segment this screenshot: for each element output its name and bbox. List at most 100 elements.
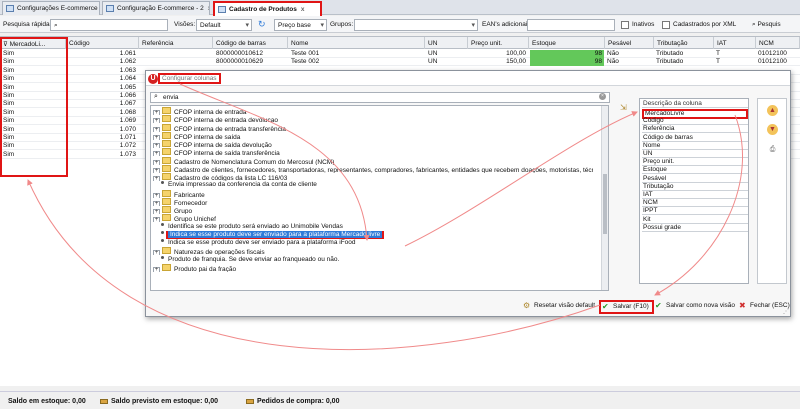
column-item[interactable]: IAT bbox=[642, 191, 748, 199]
expand-icon[interactable]: + bbox=[153, 167, 160, 173]
column-item[interactable]: Estoque bbox=[642, 166, 748, 175]
tree-item[interactable]: + Cadastro de Nomenclatura Comum do Merco… bbox=[153, 156, 593, 165]
forecast-balance: Saldo previsto em estoque: 0,00 bbox=[100, 398, 218, 405]
tree-item[interactable]: Identifica se este produto será enviado … bbox=[153, 222, 593, 231]
header-reference[interactable]: Referência bbox=[139, 37, 213, 49]
tree-item[interactable]: + Grupo bbox=[153, 206, 593, 214]
expand-icon[interactable]: + bbox=[153, 143, 160, 148]
move-up-icon[interactable]: ▲ bbox=[767, 105, 778, 116]
groups-select[interactable] bbox=[354, 19, 478, 31]
header-taxation[interactable]: Tributação bbox=[654, 37, 714, 49]
close-icon[interactable]: x bbox=[301, 6, 305, 13]
tree-item[interactable]: Envia impressao da conferencia da conta … bbox=[153, 181, 593, 189]
xml-checkbox[interactable] bbox=[662, 21, 670, 29]
cell-ml: Sim bbox=[3, 92, 15, 99]
expand-icon[interactable]: + bbox=[153, 151, 160, 157]
save-as-new-view-button[interactable]: ✔ Salvar como nova visão bbox=[654, 301, 735, 313]
reset-view-button[interactable]: ⚙ Resetar visão default bbox=[522, 301, 595, 313]
expand-icon[interactable]: + bbox=[153, 266, 160, 272]
cell-iat: T bbox=[716, 50, 720, 57]
tab-ecommerce-config[interactable]: Configurações E-commercex bbox=[2, 1, 100, 15]
column-item[interactable]: Possui grade bbox=[642, 224, 748, 232]
column-item[interactable]: Tributação bbox=[642, 183, 748, 191]
tree-item[interactable]: + CFOP interna de entrada transferência bbox=[153, 123, 593, 132]
tree-scrollbar[interactable] bbox=[601, 106, 608, 290]
tab-ecommerce-config-2[interactable]: Configuração E-commerce - 2 x bbox=[102, 1, 210, 15]
column-item[interactable]: Código de barras bbox=[642, 134, 748, 142]
expand-icon[interactable]: + bbox=[153, 110, 160, 115]
tree-item[interactable]: Produto de franquia. Se deve enviar ao f… bbox=[153, 255, 593, 264]
expand-icon[interactable]: + bbox=[153, 209, 160, 214]
resize-grip-icon[interactable]: ⋰ bbox=[783, 308, 789, 315]
expand-icon[interactable]: + bbox=[153, 200, 160, 206]
expand-icon[interactable]: + bbox=[153, 134, 160, 140]
expand-icon[interactable]: + bbox=[153, 126, 160, 132]
header-un[interactable]: UN bbox=[425, 37, 468, 49]
expand-icon[interactable]: + bbox=[153, 118, 160, 124]
tree-item[interactable]: + CFOP interna de saída bbox=[153, 131, 593, 140]
cell-barcode: 8000000010629 bbox=[216, 58, 263, 66]
cell-ml: Sim bbox=[3, 100, 15, 108]
quick-search-input[interactable]: ⌕ bbox=[50, 19, 168, 31]
expand-icon[interactable]: + bbox=[153, 176, 160, 181]
header-name[interactable]: Nome bbox=[288, 37, 425, 49]
header-price[interactable]: Preço unit. bbox=[468, 37, 529, 49]
print-icon[interactable]: ⎙ bbox=[767, 144, 778, 155]
header-ncm[interactable]: NCM bbox=[756, 37, 800, 49]
refresh-icon[interactable]: ↻ bbox=[258, 19, 266, 30]
check-icon: ✔ bbox=[655, 301, 662, 310]
header-weighable[interactable]: Pesável bbox=[605, 37, 654, 49]
expand-icon[interactable]: + bbox=[153, 192, 160, 198]
save-button[interactable]: ✔ Salvar (F10) bbox=[599, 300, 654, 314]
close-icon[interactable]: x bbox=[208, 5, 209, 12]
header-stock[interactable]: Estoque bbox=[529, 37, 605, 49]
header-barcode[interactable]: Código de barras bbox=[213, 37, 288, 49]
column-item[interactable]: Preço unit. bbox=[642, 158, 748, 167]
tree-item[interactable]: + Grupo Unichef bbox=[153, 214, 593, 223]
tree-item[interactable]: + CFOP interna de saída devolução bbox=[153, 140, 593, 148]
tree-item[interactable]: + Cadastro de clientes, fornecedores, tra… bbox=[153, 164, 593, 173]
column-item[interactable]: Nome bbox=[642, 142, 748, 150]
header-mercadolivre[interactable]: ⊽ MercadoLi... bbox=[0, 37, 66, 49]
inactive-checkbox[interactable] bbox=[621, 21, 629, 29]
tree-item[interactable]: + CFOP interna de saída transferência bbox=[153, 148, 593, 157]
clear-search-icon[interactable]: × bbox=[599, 93, 606, 100]
column-search-input[interactable]: ⌕ envia × bbox=[150, 92, 610, 103]
expand-icon[interactable]: + bbox=[153, 217, 160, 223]
move-down-icon[interactable]: ▼ bbox=[767, 124, 778, 135]
table-row[interactable]: Sim 1.061 8000000010612 Teste 001 UN 100,00 98… bbox=[0, 50, 800, 58]
close-button[interactable]: ✖ Fechar (ESC) bbox=[738, 301, 790, 313]
column-item[interactable]: Kit bbox=[642, 216, 748, 224]
search-button[interactable]: ⌕ Pesquis bbox=[752, 21, 781, 29]
tree-item-label: Fornecedor bbox=[174, 199, 208, 206]
expand-icon[interactable]: + bbox=[153, 250, 160, 256]
bullet-icon bbox=[161, 222, 164, 226]
views-select[interactable]: Default bbox=[196, 19, 252, 31]
tree-item[interactable]: + Cadastro de códigos da lista LC 116/03 bbox=[153, 173, 593, 181]
header-iat[interactable]: IAT bbox=[714, 37, 756, 49]
tree-item-label: Indica se esse produto deve ser enviado … bbox=[168, 239, 356, 246]
cell-ml: Sim bbox=[3, 134, 15, 141]
eans-input[interactable] bbox=[527, 19, 615, 31]
tree-item[interactable]: + CFOP interna de entrada devolucao bbox=[153, 115, 593, 124]
expand-icon[interactable]: + bbox=[153, 159, 160, 165]
column-item[interactable]: Pesável bbox=[642, 175, 748, 183]
tree-item-selected[interactable]: Indica se esse produto deve ser enviado … bbox=[153, 230, 593, 239]
column-item[interactable]: NCM bbox=[642, 199, 748, 208]
column-item[interactable]: IPPT bbox=[642, 207, 748, 216]
tree-item[interactable]: + Naturezas de operações fiscais bbox=[153, 247, 593, 256]
column-item[interactable]: Código bbox=[642, 117, 748, 126]
tree-item[interactable]: + CFOP interna de entrada bbox=[153, 107, 593, 115]
scrollbar-thumb[interactable] bbox=[603, 174, 607, 234]
column-item[interactable]: Referência bbox=[642, 125, 748, 134]
header-code[interactable]: Código bbox=[66, 37, 139, 49]
tree-item[interactable]: + Produto pai da fração bbox=[153, 263, 593, 272]
column-item[interactable]: UN bbox=[642, 150, 748, 158]
tree-item[interactable]: Indica se esse produto deve ser enviado … bbox=[153, 239, 593, 247]
table-row[interactable]: Sim 1.062 8000000010629 Teste 002 UN 150,00 98… bbox=[0, 58, 800, 67]
tree-item[interactable]: + Fornecedor bbox=[153, 197, 593, 206]
tree-item[interactable]: + Fabricante bbox=[153, 189, 593, 198]
price-select[interactable]: Preço base bbox=[274, 19, 327, 31]
add-column-icon[interactable]: ⇲ bbox=[620, 103, 627, 112]
tab-product-registration[interactable]: Cadastro de Produtos x bbox=[213, 1, 322, 16]
